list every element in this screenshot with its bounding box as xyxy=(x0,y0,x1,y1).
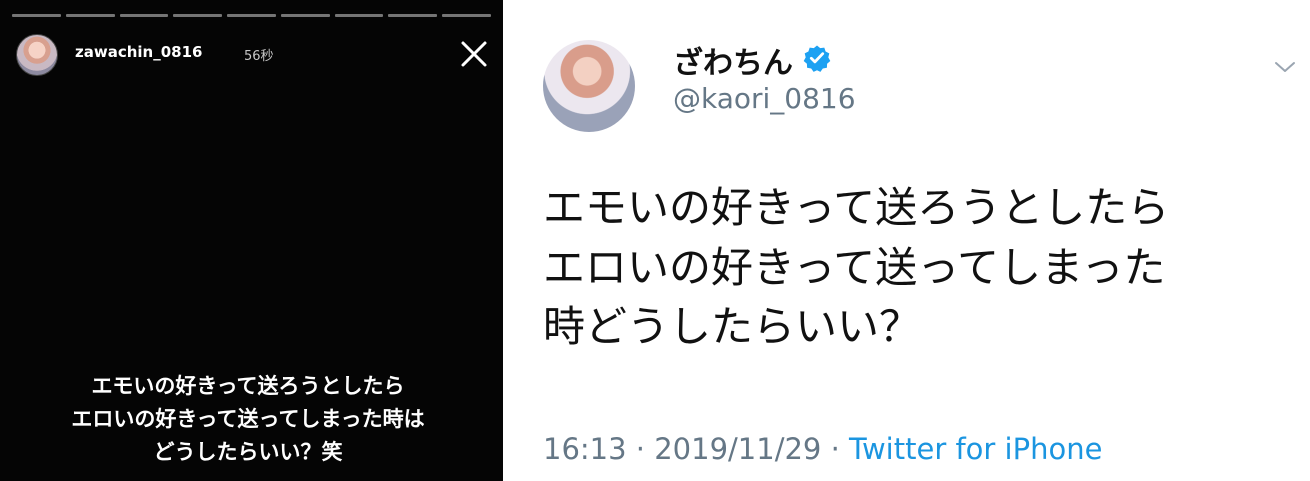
close-icon[interactable] xyxy=(458,38,490,70)
tweet-text-line: エロいの好きって送ってしまった xyxy=(543,242,1166,292)
meta-separator: · xyxy=(626,432,655,466)
verified-badge-icon xyxy=(803,44,831,72)
chevron-down-icon[interactable] xyxy=(1273,55,1297,79)
story-caption-line: エモいの好きって送ろうとしたら xyxy=(91,374,405,398)
tweet-display-name[interactable]: ざわちん xyxy=(673,38,793,82)
story-avatar[interactable] xyxy=(16,34,58,76)
tweet-text: エモいの好きって送ろうとしたら エロいの好きって送ってしまった 時どうしたらいい… xyxy=(543,178,1283,357)
story-progress-segment xyxy=(119,14,169,17)
avatar[interactable] xyxy=(543,40,635,132)
story-progress-segment xyxy=(227,14,276,17)
tweet-handle[interactable]: @kaori_0816 xyxy=(673,82,856,115)
tweet-text-line: エモいの好きって送ろうとしたら xyxy=(543,183,1170,232)
story-progress-segment xyxy=(280,14,330,17)
story-progress-segment xyxy=(12,14,61,17)
tweet-text-line: 時どうしたらいい？ xyxy=(543,302,922,352)
story-caption-line: どうしたらいい？笑 xyxy=(153,440,343,464)
tweet-source-link[interactable]: Twitter for iPhone xyxy=(849,432,1102,466)
story-caption-line: エロいの好きって送ってしまった時は xyxy=(71,407,425,431)
meta-separator: · xyxy=(821,432,850,466)
story-progress-segment xyxy=(173,14,223,17)
tweet-panel: ざわちん @kaori_0816 エモいの好きって送ろうとしたら エロいの好きっ… xyxy=(503,0,1310,481)
tweet-metadata: 16:13 · 2019/11/29 · Twitter for iPhone xyxy=(543,432,1102,466)
story-timestamp: 56秒 xyxy=(244,49,274,64)
story-username[interactable]: zawachin_0816 xyxy=(75,43,202,61)
tweet-date[interactable]: 2019/11/29 xyxy=(654,432,821,466)
tweet-time[interactable]: 16:13 xyxy=(543,432,627,466)
instagram-story-panel: zawachin_0816 56秒 エモいの好きって送ろうとしたら エロいの好き… xyxy=(0,0,503,481)
story-progress-segment xyxy=(65,14,115,17)
story-progress-segment xyxy=(334,14,384,17)
story-progress-segment xyxy=(388,14,438,17)
story-progress-segment xyxy=(442,14,492,17)
story-progress-bar xyxy=(12,14,492,17)
